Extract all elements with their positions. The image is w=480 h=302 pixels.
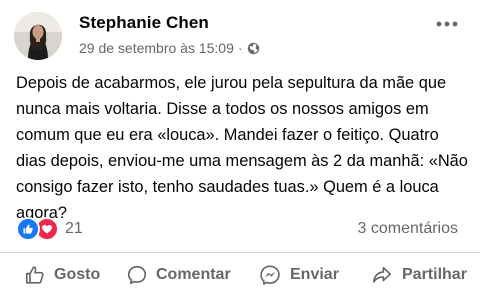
avatar-photo xyxy=(14,12,62,60)
comment-button[interactable]: Comentar xyxy=(126,261,231,289)
thumbs-up-icon xyxy=(25,266,44,284)
reaction-count: 21 xyxy=(65,220,83,237)
comments-count-link[interactable]: 3 comentários xyxy=(358,220,459,238)
post-meta: 29 de setembro às 15:09 · xyxy=(79,40,260,56)
share-button[interactable]: Partilhar xyxy=(370,261,467,289)
like-reaction-icon xyxy=(16,217,40,241)
comment-bubble-icon xyxy=(127,265,147,285)
meta-separator: · xyxy=(237,40,243,56)
send-button[interactable]: Enviar xyxy=(258,261,339,289)
messenger-icon xyxy=(260,265,280,285)
like-label: Gosto xyxy=(54,266,101,283)
more-dots-icon xyxy=(436,21,458,27)
timestamp[interactable]: 29 de setembro às 15:09 xyxy=(79,40,234,56)
like-button[interactable]: Gosto xyxy=(24,261,100,289)
share-label: Partilhar xyxy=(402,266,467,283)
post-text: Depois de acabarmos, ele jurou pela sepu… xyxy=(16,74,473,222)
globe-icon[interactable] xyxy=(247,42,260,55)
facebook-post: Stephanie Chen 29 de setembro às 15:09 ·… xyxy=(0,0,480,302)
comment-label: Comentar xyxy=(156,266,231,283)
send-label: Enviar xyxy=(290,266,339,283)
reactions-summary[interactable]: 21 xyxy=(16,217,83,241)
author-name[interactable]: Stephanie Chen xyxy=(79,13,209,33)
action-bar: Gosto Comentar Enviar Partilhar xyxy=(0,252,480,295)
more-options-button[interactable] xyxy=(432,14,462,34)
share-arrow-icon xyxy=(372,266,392,283)
avatar[interactable] xyxy=(14,12,62,60)
